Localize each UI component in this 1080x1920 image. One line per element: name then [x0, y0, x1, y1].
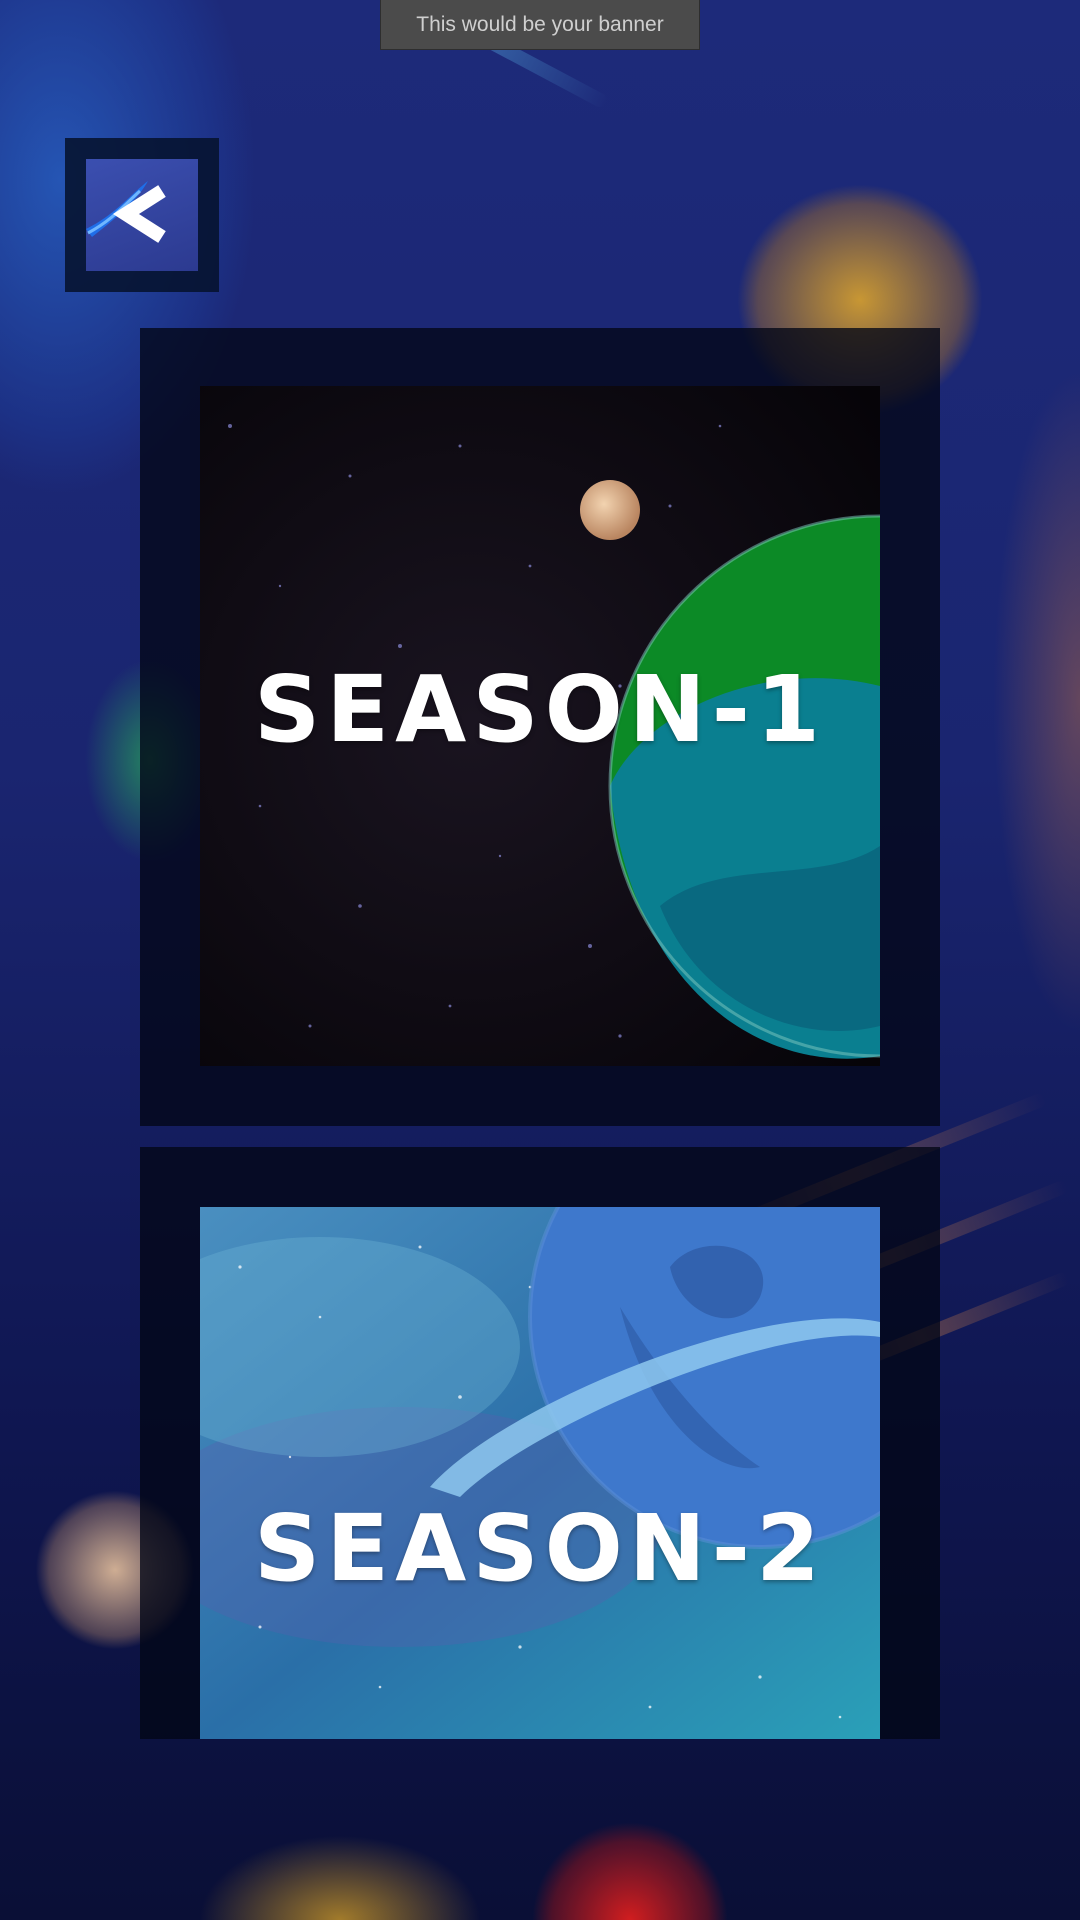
- ad-banner[interactable]: This would be your banner: [380, 0, 700, 50]
- moon-icon: [580, 480, 640, 540]
- season-2-label: SEASON-2: [254, 1495, 826, 1602]
- season-1-label: SEASON-1: [254, 656, 826, 763]
- season-2-card[interactable]: SEASON-2: [140, 1147, 940, 1739]
- season-2-thumbnail: SEASON-2: [200, 1207, 880, 1739]
- back-button[interactable]: [65, 138, 219, 292]
- banner-text: This would be your banner: [416, 12, 664, 36]
- nebula-scene-image: [200, 1207, 880, 1739]
- season-1-card[interactable]: SEASON-1: [140, 328, 940, 1126]
- season-1-thumbnail: SEASON-1: [200, 386, 880, 1066]
- back-arrow-icon: [112, 185, 166, 243]
- back-button-face: [86, 159, 198, 271]
